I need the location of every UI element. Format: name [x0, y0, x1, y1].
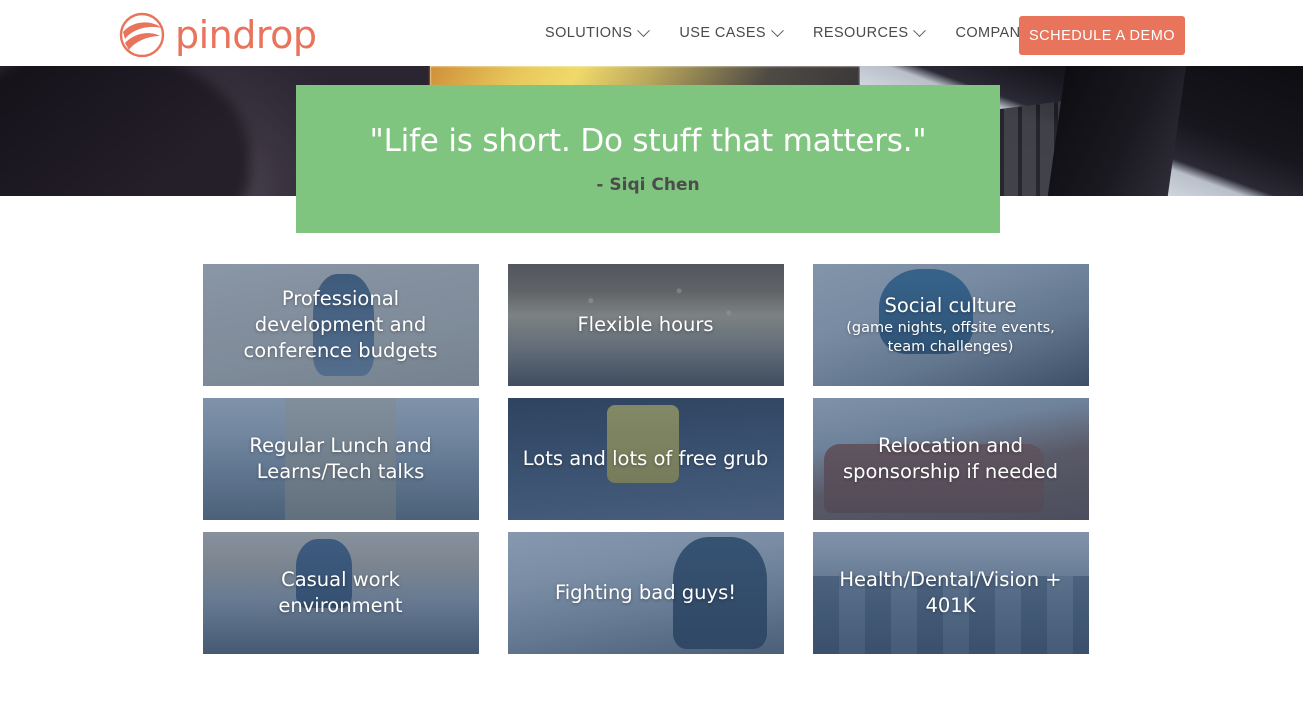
perk-card-title: Relocation and sponsorship if needed: [842, 434, 1059, 483]
logo-link[interactable]: pindrop: [119, 12, 317, 58]
schedule-demo-button[interactable]: SCHEDULE A DEMO: [1019, 16, 1185, 55]
perk-card-lunch-and-learns[interactable]: Regular Lunch and Learns/Tech talks: [202, 398, 479, 520]
nav-item-label: USE CASES: [679, 25, 767, 41]
chevron-down-icon: [913, 23, 927, 37]
perk-card-title: Professional development and conference …: [243, 287, 438, 362]
perk-card-title: Health/Dental/Vision + 401K: [839, 568, 1062, 617]
perk-card-free-grub[interactable]: Lots and lots of free grub: [507, 398, 784, 520]
quote-author: - Siqi Chen: [596, 174, 700, 195]
perk-card-subtitle: (game nights, offsite events, team chall…: [846, 320, 1055, 356]
chevron-down-icon: [771, 23, 784, 37]
perk-card-professional-development[interactable]: Professional development and conference …: [202, 264, 479, 386]
perk-card-social-culture[interactable]: Social culture (game nights, offsite eve…: [812, 264, 1089, 386]
nav-item-resources[interactable]: RESOURCES: [813, 23, 939, 41]
perk-card-flexible-hours[interactable]: Flexible hours: [507, 264, 784, 386]
perk-card-relocation[interactable]: Relocation and sponsorship if needed: [812, 398, 1089, 520]
quote-banner: "Life is short. Do stuff that matters." …: [296, 85, 1000, 233]
hero-section: "Life is short. Do stuff that matters." …: [0, 66, 1303, 233]
main-navigation: SOLUTIONS USE CASES RESOURCES COMPANY: [545, 0, 1062, 66]
perk-card-title: Social culture (game nights, offsite eve…: [813, 293, 1089, 358]
perk-card-fighting-bad-guys[interactable]: Fighting bad guys!: [507, 532, 784, 654]
perk-card-title-main: Social culture: [884, 293, 1017, 317]
perks-section: Professional development and conference …: [0, 196, 1303, 654]
logo-text: pindrop: [175, 13, 317, 57]
nav-item-label: RESOURCES: [813, 25, 909, 41]
perks-grid: Professional development and conference …: [202, 264, 1101, 654]
perk-card-title: Casual work environment: [278, 568, 403, 617]
nav-item-solutions[interactable]: SOLUTIONS: [545, 23, 663, 41]
pindrop-logo-icon: [119, 12, 165, 58]
perk-card-title: Regular Lunch and Learns/Tech talks: [249, 434, 432, 483]
nav-item-use-cases[interactable]: USE CASES: [679, 23, 797, 41]
site-header: pindrop SOLUTIONS USE CASES RESOURCES CO…: [0, 0, 1303, 66]
perk-card-title: Lots and lots of free grub: [522, 447, 769, 471]
perk-card-health-benefits[interactable]: Health/Dental/Vision + 401K: [812, 532, 1089, 654]
perk-card-title: Flexible hours: [577, 313, 714, 337]
chevron-down-icon: [637, 23, 651, 37]
nav-item-label: SOLUTIONS: [545, 25, 633, 41]
perk-card-casual-work-environment[interactable]: Casual work environment: [202, 532, 479, 654]
perk-card-title: Fighting bad guys!: [554, 581, 737, 605]
quote-text: "Life is short. Do stuff that matters.": [369, 123, 927, 160]
